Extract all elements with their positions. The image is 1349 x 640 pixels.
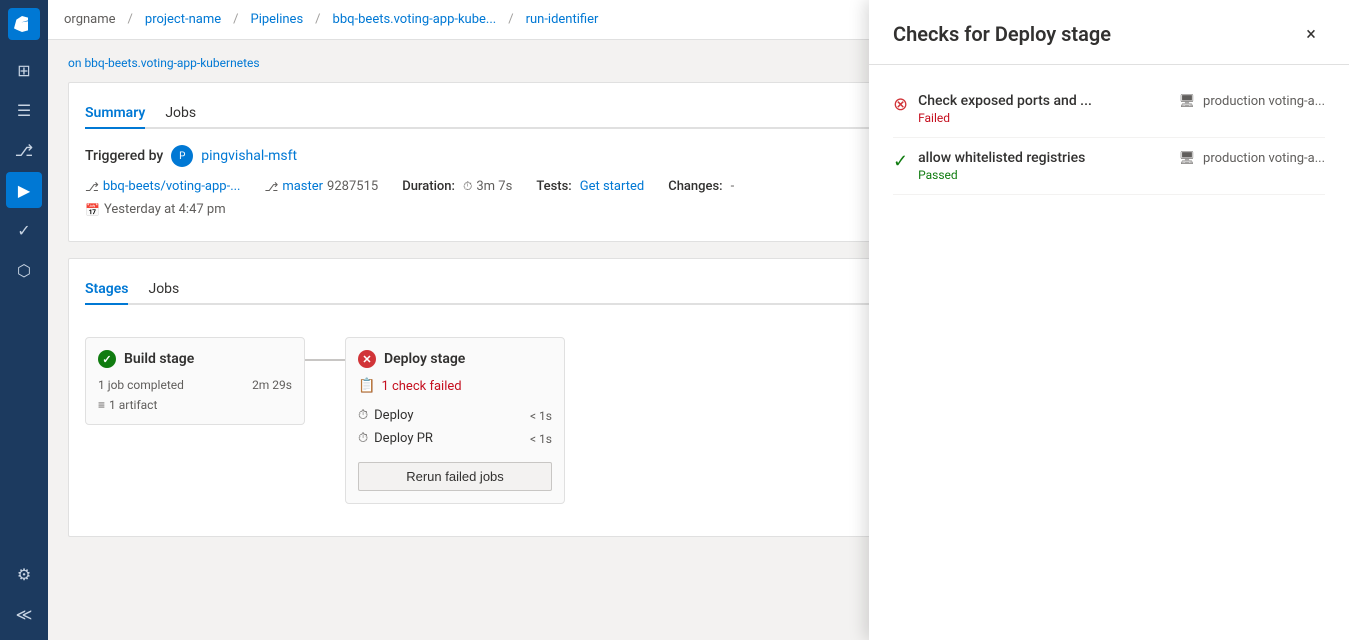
breadcrumb-project[interactable]: project-name [145,12,221,27]
environment-icon-2: 🖥 [1179,150,1195,166]
build-stage-meta: 1 job completed 2m 29s [98,378,292,392]
panel-title: Checks for Deploy stage [893,22,1111,46]
build-artifact: ≡ 1 artifact [98,398,292,412]
artifacts-icon[interactable]: ⬡ [6,252,42,288]
duration-meta: Duration: ⏱ 3m 7s [402,179,512,194]
build-stage-card: ✓ Build stage 1 job completed 2m 29s ≡ 1… [85,337,305,425]
deploy-job-time-2: < 1s [530,432,552,446]
triggered-by-label: Triggered by [85,148,163,164]
deploy-job-left-1: ⏱ Deploy [358,408,414,423]
deploy-stage-card: ✕ Deploy stage 📋 1 check failed ⏱ Deploy… [345,337,565,504]
collapse-icon[interactable]: ≪ [6,596,42,632]
testplans-icon[interactable]: ✓ [6,212,42,248]
branch-link[interactable]: master [282,179,323,194]
repo-meta: ⎇ bbq-beets/voting-app-... [85,179,240,194]
tests-meta: Tests: Get started [536,179,644,194]
jobs-tab[interactable]: Jobs [148,275,179,305]
check-item-right-1: 🖥 production voting-a... [1179,93,1325,109]
trigger-user-name[interactable]: pingvishal-msft [201,148,297,164]
tests-link[interactable]: Get started [580,179,644,194]
deploy-job-row-2: ⏱ Deploy PR < 1s [358,427,552,450]
check-failed-icon: 📋 [358,378,375,394]
deploy-job-row-1: ⏱ Deploy < 1s [358,404,552,427]
repos-icon[interactable]: ⎇ [6,132,42,168]
build-stage-header: ✓ Build stage [98,350,292,368]
changes-label: Changes: [668,179,722,194]
commit-hash: 9287515 [327,179,378,194]
check-fail-icon-1: ⊗ [893,94,908,115]
repo-link[interactable]: bbq-beets/voting-app-... [103,179,241,194]
breadcrumb-sep-1: / [128,12,133,27]
breadcrumb-pipelines[interactable]: Pipelines [251,12,304,27]
check-item-right-2: 🖥 production voting-a... [1179,150,1325,166]
build-stage-name: Build stage [124,351,194,367]
jobs-tab-summary[interactable]: Jobs [165,99,196,129]
environment-icon-1: 🖥 [1179,93,1195,109]
panel-body: ⊗ Check exposed ports and ... Failed 🖥 p… [869,65,1349,640]
changes-value: - [731,179,735,194]
breadcrumb-sep-3: / [315,12,320,27]
artifact-icon: ≡ [98,398,105,412]
check-item-1: ⊗ Check exposed ports and ... Failed 🖥 p… [893,81,1325,138]
breadcrumb-org: orgname [64,12,116,27]
clock-icon: ⏱ [463,179,472,194]
environment-name-1: production voting-a... [1203,94,1325,109]
duration-label: Duration: [402,179,455,194]
breadcrumb-run[interactable]: run-identifier [526,12,599,27]
boards-icon[interactable]: ☰ [6,92,42,128]
changes-meta: Changes: - [668,179,734,194]
settings-icon[interactable]: ⚙ [6,556,42,592]
check-item-left-2: ✓ allow whitelisted registries Passed [893,150,1085,182]
build-duration: 2m 29s [252,378,292,392]
deploy-stage-name: Deploy stage [384,351,465,367]
panel-close-button[interactable]: × [1297,20,1325,48]
environment-name-2: production voting-a... [1203,151,1325,166]
repo-icon: ⎇ [85,180,99,194]
rerun-failed-jobs-button[interactable]: Rerun failed jobs [358,462,552,491]
check-name-2[interactable]: allow whitelisted registries [918,150,1085,166]
check-pass-icon-2: ✓ [893,151,908,172]
check-info-2: allow whitelisted registries Passed [918,150,1085,182]
stages-tab[interactable]: Stages [85,275,128,305]
deploy-clock-icon-2: ⏱ [358,431,368,446]
deploy-stage-failed-icon: ✕ [358,350,376,368]
breadcrumb-sep-2: / [233,12,238,27]
overview-icon[interactable]: ⊞ [6,52,42,88]
check-status-1: Failed [918,111,1092,125]
deploy-job-name-2: Deploy PR [374,431,433,446]
deploy-job-left-2: ⏱ Deploy PR [358,431,433,446]
pipelines-icon[interactable]: ▶ [6,172,42,208]
check-failed-text: 1 check failed [381,379,461,394]
check-item-left-1: ⊗ Check exposed ports and ... Failed [893,93,1092,125]
check-name-1[interactable]: Check exposed ports and ... [918,93,1092,109]
branch-icon: ⎇ [264,180,278,194]
sidebar: ⊞ ☰ ⎇ ▶ ✓ ⬡ ⚙ ≪ [0,0,48,640]
deploy-job-name-1: Deploy [374,408,413,423]
run-time: Yesterday at 4:47 pm [104,202,226,217]
stage-connector [305,337,345,361]
artifact-count: 1 artifact [109,398,157,412]
deploy-job-time-1: < 1s [530,409,552,423]
branch-meta: ⎇ master 9287515 [264,179,378,194]
checks-panel: Checks for Deploy stage × ⊗ Check expose… [869,0,1349,640]
connector-line [305,359,345,361]
check-item-2: ✓ allow whitelisted registries Passed 🖥 … [893,138,1325,195]
breadcrumb-pipeline-name[interactable]: bbq-beets.voting-app-kube... [333,12,497,27]
deploy-stage-header: ✕ Deploy stage [358,350,552,368]
deploy-clock-icon-1: ⏱ [358,408,368,423]
azure-devops-logo[interactable] [8,8,40,40]
check-failed-row[interactable]: 📋 1 check failed [358,378,552,394]
build-stage-success-icon: ✓ [98,350,116,368]
check-info-1: Check exposed ports and ... Failed [918,93,1092,125]
time-meta: 📅 Yesterday at 4:47 pm [85,202,226,217]
build-jobs-completed: 1 job completed [98,378,184,392]
tests-label: Tests: [536,179,571,194]
trigger-user-avatar: P [171,145,193,167]
check-status-2: Passed [918,168,1085,182]
duration-value: 3m 7s [476,179,512,194]
breadcrumb-sep-4: / [508,12,513,27]
calendar-icon: 📅 [85,203,100,217]
panel-header: Checks for Deploy stage × [869,0,1349,65]
summary-tab[interactable]: Summary [85,99,145,129]
